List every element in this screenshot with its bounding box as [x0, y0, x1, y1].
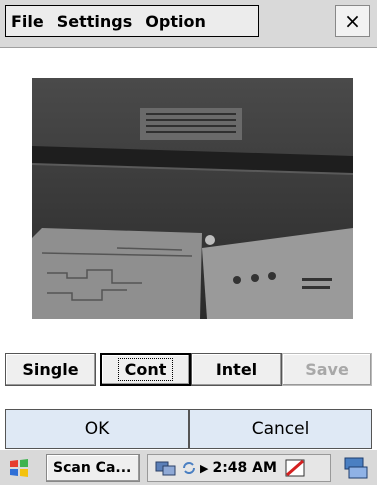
single-label: Single — [22, 360, 79, 379]
taskbar-app-label: Scan Ca... — [53, 460, 132, 476]
cont-button[interactable]: Cont — [100, 353, 191, 386]
network-icon[interactable] — [154, 458, 178, 478]
ok-button[interactable]: OK — [5, 409, 189, 449]
cancel-label: Cancel — [251, 419, 310, 439]
menu-option[interactable]: Option — [140, 12, 206, 31]
close-icon: × — [344, 9, 361, 33]
input-panel-icon[interactable] — [337, 455, 373, 481]
save-label: Save — [305, 360, 349, 379]
pen-status-icon[interactable] — [283, 457, 307, 479]
tray-expand-icon[interactable]: ▶ — [200, 462, 208, 475]
capture-mode-row: Single Cont Intel Save — [5, 353, 372, 386]
taskbar: Scan Ca... ▶ 2:48 AM — [0, 449, 377, 485]
camera-preview-image — [32, 78, 353, 319]
windows-start-icon[interactable] — [8, 457, 30, 479]
close-button[interactable]: × — [335, 5, 370, 37]
save-button[interactable]: Save — [282, 353, 372, 386]
taskbar-app-button[interactable]: Scan Ca... — [46, 454, 140, 482]
menu-settings[interactable]: Settings — [52, 12, 133, 31]
menu-group: File Settings Option — [5, 5, 259, 37]
single-button[interactable]: Single — [5, 353, 96, 386]
menu-bar: File Settings Option × — [0, 0, 377, 47]
camera-preview — [32, 78, 353, 319]
intel-label: Intel — [215, 360, 258, 379]
dialog-actions: OK Cancel — [0, 409, 377, 449]
menu-separator — [0, 47, 377, 48]
system-tray: ▶ 2:48 AM — [147, 454, 331, 482]
clock[interactable]: 2:48 AM — [212, 460, 276, 476]
sync-icon[interactable] — [181, 460, 197, 476]
cont-label: Cont — [117, 358, 174, 381]
cancel-button[interactable]: Cancel — [189, 409, 372, 449]
ok-label: OK — [84, 419, 110, 439]
menu-file[interactable]: File — [6, 12, 44, 31]
intel-button[interactable]: Intel — [191, 353, 282, 386]
